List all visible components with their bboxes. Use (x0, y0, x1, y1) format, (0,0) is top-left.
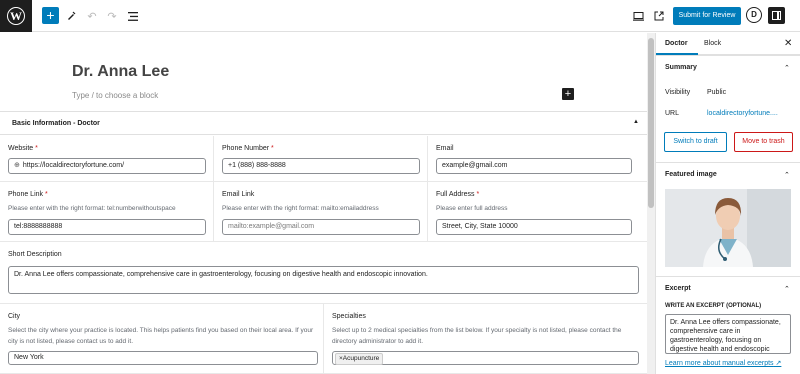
email-link-description: Please enter with the right format: mail… (222, 205, 379, 212)
globe-icon: ⊕ (14, 162, 20, 169)
desktop-preview-icon[interactable] (630, 8, 646, 24)
phone-number-label: Phone Number (222, 145, 270, 152)
tab-block[interactable]: Block (704, 40, 721, 47)
switch-to-draft-button[interactable]: Switch to draft (664, 132, 727, 152)
chevron-up-icon[interactable]: ⌃ (784, 171, 790, 179)
excerpt-title: Excerpt (665, 285, 691, 292)
collapse-arrow-icon[interactable]: ▲ (633, 119, 639, 125)
inline-add-block-button[interactable]: + (562, 88, 574, 100)
specialties-label: Specialties (332, 313, 366, 320)
field-full-address: Full Address * Please enter full address… (428, 182, 647, 242)
document-overview-icon[interactable] (125, 8, 141, 24)
pen-tool-icon[interactable] (63, 8, 79, 24)
field-phone-number: Phone Number * +1 (888) 888-8888 (214, 136, 428, 182)
url-label: URL (665, 110, 680, 117)
email-link-label: Email Link (222, 191, 255, 198)
website-label: Website (8, 145, 34, 152)
specialties-description: Select up to 2 medical specialties from … (332, 327, 622, 345)
sidebar-tabs: Doctor Block ✕ (656, 33, 800, 55)
settings-sidebar: Doctor Block ✕ Summary ⌃ Visibility Publ… (655, 33, 800, 374)
email-label: Email (436, 145, 454, 152)
short-description-textarea[interactable]: Dr. Anna Lee offers compassionate, compr… (8, 266, 639, 294)
website-input[interactable]: ⊕ https://localdirectoryfortune.com/ (8, 158, 206, 174)
field-short-description: Short Description Dr. Anna Lee offers co… (0, 242, 647, 304)
top-toolbar: W + ↶ ↷ Submit for Review D (0, 0, 800, 32)
featured-image[interactable] (665, 189, 791, 267)
visibility-value[interactable]: Public (707, 89, 726, 96)
editor-canvas: Dr. Anna Lee Type / to choose a block + … (0, 33, 647, 374)
featured-image-title: Featured image (665, 171, 717, 178)
email-input[interactable]: example@gmail.com (436, 158, 632, 174)
url-link[interactable]: localdirectoryfortune.... (707, 110, 778, 117)
summary-title: Summary (665, 64, 697, 71)
field-email-link: Email Link Please enter with the right f… (214, 182, 428, 242)
plugin-d-icon[interactable]: D (746, 7, 762, 23)
specialty-tag[interactable]: ×Acupuncture (335, 353, 384, 365)
field-phone-link: Phone Link * Please enter with the right… (0, 182, 214, 242)
post-title[interactable]: Dr. Anna Lee (72, 63, 169, 81)
full-address-description: Please enter full address (436, 205, 508, 212)
chevron-up-icon[interactable]: ⌃ (784, 285, 790, 293)
redo-icon[interactable]: ↷ (104, 8, 120, 24)
phone-link-label: Phone Link (8, 191, 44, 198)
phone-number-input[interactable]: +1 (888) 888-8888 (222, 158, 420, 174)
close-icon[interactable]: ✕ (784, 38, 792, 49)
full-address-label: Full Address (436, 191, 475, 198)
short-description-label: Short Description (8, 251, 62, 258)
tab-doctor[interactable]: Doctor (665, 40, 688, 47)
chevron-up-icon[interactable]: ⌃ (784, 64, 790, 72)
add-block-button[interactable]: + (42, 7, 59, 24)
scrollbar-thumb[interactable] (648, 38, 654, 208)
phone-link-description: Please enter with the right format: tel:… (8, 205, 176, 212)
field-email: Email example@gmail.com (428, 136, 647, 182)
field-specialties: Specialties Select up to 2 medical speci… (324, 304, 647, 374)
excerpt-textarea[interactable]: Dr. Anna Lee offers compassionate, compr… (665, 314, 791, 354)
excerpt-help-link[interactable]: Learn more about manual excerpts ↗ (665, 359, 781, 367)
city-select[interactable]: New York (8, 351, 318, 365)
city-description: Select the city where your practice is l… (8, 327, 314, 345)
field-website: Website * ⊕ https://localdirectoryfortune… (0, 136, 214, 182)
metabox-title: Basic Information - Doctor (12, 120, 100, 127)
undo-icon[interactable]: ↶ (84, 8, 100, 24)
featured-image-panel-header[interactable]: Featured image ⌃ (656, 162, 800, 186)
editor-scrollbar[interactable] (647, 33, 655, 374)
wordpress-logo-icon[interactable]: W (0, 0, 32, 32)
visibility-label: Visibility (665, 89, 691, 96)
full-address-input[interactable]: Street, City, State 10000 (436, 219, 632, 235)
submit-for-review-button[interactable]: Submit for Review (673, 7, 741, 25)
move-to-trash-button[interactable]: Move to trash (734, 132, 793, 152)
excerpt-panel-header[interactable]: Excerpt ⌃ (656, 276, 800, 300)
specialties-select[interactable]: ×Acupuncture (332, 351, 639, 365)
summary-panel-header[interactable]: Summary ⌃ (656, 55, 800, 79)
city-label: City (8, 313, 21, 320)
external-link-icon: ↗ (775, 360, 782, 367)
field-city: City Select the city where your practice… (0, 304, 324, 374)
email-link-input[interactable]: mailto:example@gmail.com (222, 219, 420, 235)
block-placeholder[interactable]: Type / to choose a block (72, 91, 158, 100)
settings-toggle-icon[interactable] (768, 7, 785, 24)
metabox-header[interactable]: Basic Information - Doctor ▲ (0, 111, 647, 135)
phone-link-input[interactable]: tel:8888888888 (8, 219, 206, 235)
external-view-icon[interactable] (651, 8, 667, 24)
excerpt-label: WRITE AN EXCERPT (OPTIONAL) (665, 303, 762, 309)
